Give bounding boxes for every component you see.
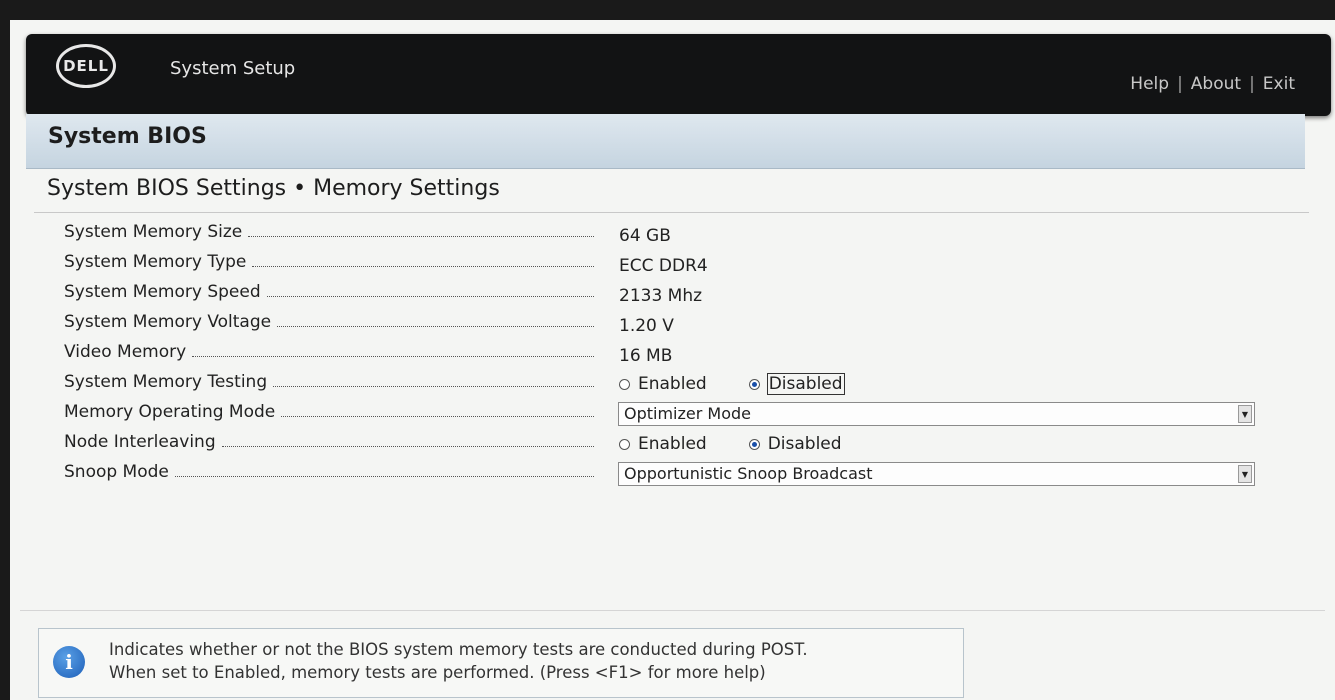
link-separator: |: [1249, 74, 1255, 94]
setting-label: Memory Operating Mode: [64, 402, 276, 422]
exit-link[interactable]: Exit: [1263, 74, 1295, 94]
dell-logo: DELL: [56, 44, 116, 88]
memory-operating-mode-select[interactable]: Optimizer Mode ▼: [618, 402, 1255, 426]
leader-dots: [273, 386, 594, 387]
select-value: Opportunistic Snoop Broadcast: [624, 464, 873, 483]
bios-screen: DELL System Setup Help | About | Exit Sy…: [10, 20, 1335, 700]
leader-dots: [248, 236, 594, 237]
title-divider: [34, 212, 1309, 213]
setting-value: 1.20 V: [619, 316, 674, 336]
setting-value: 64 GB: [619, 226, 671, 246]
help-link[interactable]: Help: [1130, 74, 1169, 94]
select-value: Optimizer Mode: [624, 404, 751, 423]
node-interleaving-radio-group: Enabled Disabled: [619, 434, 842, 454]
leader-dots: [277, 326, 594, 327]
setting-label: System Memory Speed: [64, 282, 261, 302]
app-title: System Setup: [170, 58, 296, 79]
radio-indicator: [619, 438, 630, 450]
radio-label: Disabled: [767, 434, 842, 454]
radio-label: Enabled: [638, 374, 707, 394]
setting-label: System Memory Type: [64, 252, 247, 272]
leader-dots: [266, 296, 594, 297]
setting-label: System Memory Voltage: [64, 312, 272, 332]
radio-indicator-selected: [748, 378, 760, 390]
setting-value: ECC DDR4: [619, 256, 708, 276]
setting-value: 16 MB: [619, 346, 673, 366]
node-interleaving-disabled-radio[interactable]: Disabled: [748, 434, 842, 454]
leader-dots: [281, 416, 594, 417]
header-bar: DELL System Setup Help | About | Exit: [26, 34, 1331, 116]
radio-label: Disabled: [766, 373, 845, 395]
leader-dots: [192, 356, 594, 357]
memory-testing-disabled-radio[interactable]: Disabled: [748, 373, 845, 395]
setting-row-operating-mode: Memory Operating Mode Optimizer Mode ▼: [64, 400, 1304, 430]
leader-dots: [221, 446, 594, 447]
leader-dots: [174, 476, 594, 477]
setting-row-node-interleaving: Node Interleaving Enabled Disabled: [64, 430, 1304, 460]
settings-list: System Memory Size 64 GB System Memory T…: [64, 220, 1304, 490]
snoop-mode-select[interactable]: Opportunistic Snoop Broadcast ▼: [618, 462, 1255, 486]
info-icon: i: [53, 646, 85, 678]
dropdown-arrow-icon[interactable]: ▼: [1238, 465, 1252, 483]
setting-row-memory-size: System Memory Size 64 GB: [64, 220, 1304, 250]
setting-row-memory-speed: System Memory Speed 2133 Mhz: [64, 280, 1304, 310]
about-link[interactable]: About: [1191, 74, 1241, 94]
section-title: System BIOS: [48, 124, 207, 149]
setting-row-video-memory: Video Memory 16 MB: [64, 340, 1304, 370]
link-separator: |: [1177, 74, 1183, 94]
setting-label: System Memory Size: [64, 222, 243, 242]
setting-label: System Memory Testing: [64, 372, 268, 392]
setting-row-memory-voltage: System Memory Voltage 1.20 V: [64, 310, 1304, 340]
node-interleaving-enabled-radio[interactable]: Enabled: [619, 434, 707, 454]
dropdown-arrow-icon[interactable]: ▼: [1238, 405, 1252, 423]
setting-row-snoop-mode: Snoop Mode Opportunistic Snoop Broadcast…: [64, 460, 1304, 490]
memory-testing-radio-group: Enabled Disabled: [619, 373, 845, 395]
setting-row-memory-type: System Memory Type ECC DDR4: [64, 250, 1304, 280]
leader-dots: [252, 266, 594, 267]
setting-label: Snoop Mode: [64, 462, 169, 482]
header-links: Help | About | Exit: [1130, 74, 1295, 94]
memory-testing-enabled-radio[interactable]: Enabled: [619, 374, 707, 394]
setting-label: Node Interleaving: [64, 432, 216, 452]
radio-indicator-selected: [748, 438, 760, 450]
radio-label: Enabled: [638, 434, 707, 454]
help-line-2: When set to Enabled, memory tests are pe…: [109, 663, 766, 682]
content-divider: [20, 610, 1325, 611]
setting-row-memory-testing: System Memory Testing Enabled Disabled: [64, 370, 1304, 400]
help-line-1: Indicates whether or not the BIOS system…: [109, 640, 808, 659]
help-text: Indicates whether or not the BIOS system…: [109, 638, 808, 684]
page-title: System BIOS Settings • Memory Settings: [47, 176, 500, 201]
setting-label: Video Memory: [64, 342, 187, 362]
setting-value: 2133 Mhz: [619, 286, 703, 306]
radio-indicator: [619, 378, 630, 390]
help-box: i Indicates whether or not the BIOS syst…: [38, 628, 964, 698]
logo-text: DELL: [63, 57, 109, 75]
section-band: System BIOS: [26, 114, 1305, 169]
